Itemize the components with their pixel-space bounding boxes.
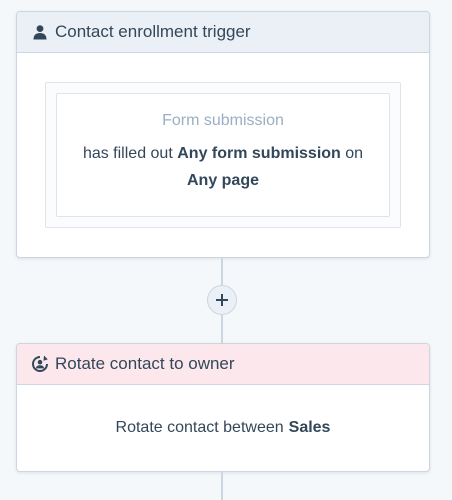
filter-prefix-text: has filled out xyxy=(82,145,173,162)
trigger-filter-box[interactable]: Form submission has filled out Any form … xyxy=(56,93,390,217)
workflow-connector-line xyxy=(221,315,223,344)
plus-icon xyxy=(216,294,228,306)
workflow-connector-line xyxy=(221,257,223,287)
rotate-owner-header[interactable]: Rotate contact to owner xyxy=(17,344,429,385)
filter-description: has filled out Any form submission on An… xyxy=(57,140,389,194)
filter-suffix-text: on xyxy=(345,145,364,162)
rotate-owner-description: Rotate contact between Sales xyxy=(17,385,429,471)
rotate-owner-action-card[interactable]: Rotate contact to owner Rotate contact b… xyxy=(16,343,430,472)
enrollment-trigger-card[interactable]: Contact enrollment trigger Form submissi… xyxy=(16,11,430,258)
filter-page-value: Any page xyxy=(186,172,259,189)
workflow-connector-line xyxy=(221,471,223,500)
add-action-button[interactable] xyxy=(207,285,237,315)
enrollment-trigger-header[interactable]: Contact enrollment trigger xyxy=(17,12,429,53)
enrollment-trigger-title: Contact enrollment trigger xyxy=(55,22,251,41)
contact-person-icon xyxy=(31,23,49,41)
filter-type-label: Form submission xyxy=(162,112,284,129)
rotate-team-value: Sales xyxy=(288,419,331,436)
rotate-owner-icon xyxy=(31,355,49,373)
rotate-owner-title: Rotate contact to owner xyxy=(55,354,235,373)
filter-form-value: Any form submission xyxy=(177,145,341,162)
trigger-filter-group: Form submission has filled out Any form … xyxy=(45,82,401,228)
rotate-prefix-text: Rotate contact between xyxy=(115,419,284,436)
